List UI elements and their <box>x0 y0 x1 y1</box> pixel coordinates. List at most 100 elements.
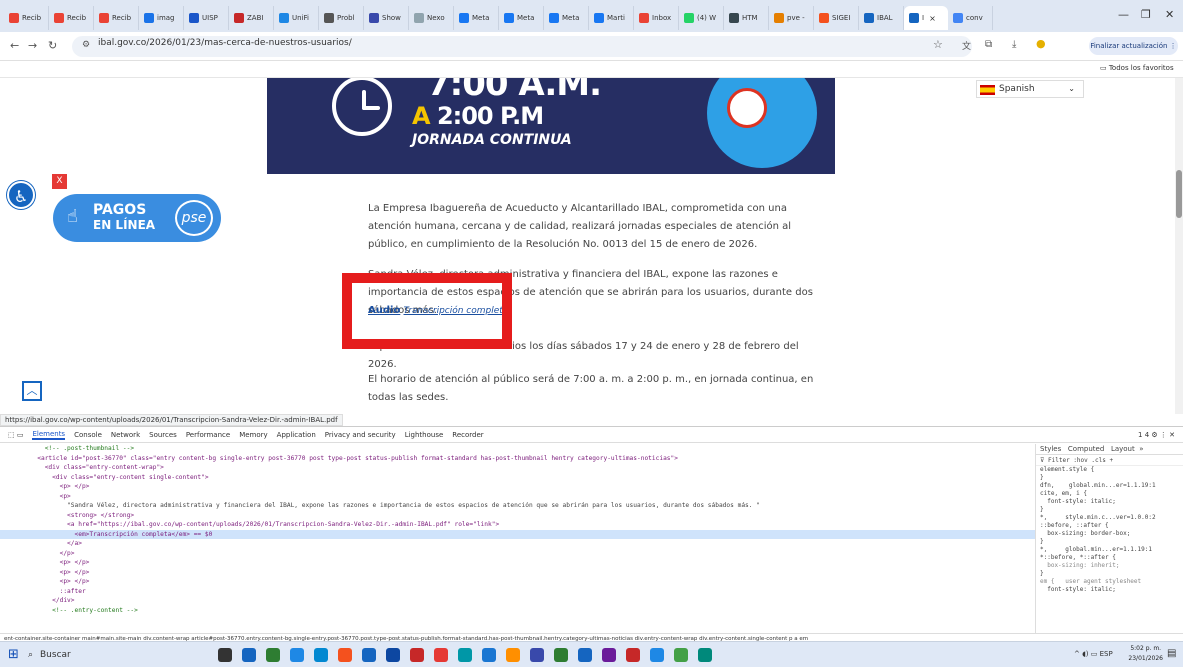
taskbar-app-icon[interactable] <box>698 648 712 662</box>
notifications-icon[interactable]: ▤ <box>1167 648 1176 659</box>
browser-tab[interactable]: I × <box>904 6 948 30</box>
taskbar-app-icon[interactable] <box>482 648 496 662</box>
dom-node[interactable]: </a> <box>0 539 1035 549</box>
language-select[interactable]: Spanish ⌄ <box>976 80 1084 98</box>
scrollbar-thumb[interactable] <box>1176 170 1182 218</box>
taskbar-clock[interactable]: 5:02 p. m. 23/01/2026 <box>1128 644 1163 664</box>
close-window-icon[interactable]: ✕ <box>1165 8 1174 21</box>
bookmark-star-icon[interactable]: ☆ <box>933 38 943 51</box>
taskbar-app-icon[interactable] <box>458 648 472 662</box>
minimize-icon[interactable]: — <box>1118 8 1129 21</box>
devtools-tab[interactable]: Sources <box>149 431 177 439</box>
reload-icon[interactable]: ↻ <box>48 39 57 52</box>
bookmarks-folder[interactable]: ▭ Todos los favoritos <box>1100 64 1174 72</box>
taskbar-app-icon[interactable] <box>626 648 640 662</box>
devtools-tab[interactable]: Network <box>111 431 140 439</box>
filter-input[interactable]: Filter <box>1048 457 1070 464</box>
browser-tab[interactable]: Show <box>364 6 409 30</box>
browser-tab[interactable]: Meta <box>499 6 544 30</box>
devtools-badges[interactable]: 1 4 ⚙ ⋮ ✕ <box>1138 431 1175 439</box>
close-pse-button[interactable]: X <box>52 174 67 189</box>
dom-node[interactable]: </p> <box>0 549 1035 559</box>
browser-tab[interactable]: Recib <box>4 6 49 30</box>
taskbar-app-icon[interactable] <box>578 648 592 662</box>
scroll-top-button[interactable]: ︿ <box>22 381 42 401</box>
url-text[interactable]: ibal.gov.co/2026/01/23/mas-cerca-de-nues… <box>98 38 352 48</box>
taskbar-app-icon[interactable] <box>242 648 256 662</box>
browser-tab[interactable]: (4) W <box>679 6 724 30</box>
accessibility-icon[interactable]: ♿ <box>7 181 35 209</box>
dom-node[interactable]: <!-- .entry-content --> <box>0 606 1035 616</box>
devtools-tab[interactable]: Memory <box>239 431 267 439</box>
dom-node[interactable]: </div> <box>0 596 1035 606</box>
browser-tab[interactable]: Meta <box>544 6 589 30</box>
devtools-tab[interactable]: Privacy and security <box>325 431 396 439</box>
dom-node[interactable]: <p> </p> <box>0 482 1035 492</box>
devtools-tab[interactable]: Application <box>277 431 316 439</box>
browser-tab[interactable]: IBAL <box>859 6 904 30</box>
dom-node[interactable]: <!-- .post-thumbnail --> <box>0 444 1035 454</box>
taskbar-app-icon[interactable] <box>530 648 544 662</box>
browser-tab[interactable]: Marti <box>589 6 634 30</box>
browser-tab[interactable]: Meta <box>454 6 499 30</box>
devtools-tab[interactable]: Console <box>74 431 102 439</box>
browser-tab[interactable]: Probl <box>319 6 364 30</box>
maximize-icon[interactable]: ❐ <box>1141 8 1151 21</box>
translate-icon[interactable]: 文 <box>962 39 971 52</box>
system-tray[interactable]: ^ ◖) ▭ ESP <box>1074 650 1113 658</box>
download-icon[interactable]: ⤓ <box>1012 39 1016 50</box>
browser-tab[interactable]: HTM <box>724 6 769 30</box>
browser-tab[interactable]: Inbox <box>634 6 679 30</box>
inspect-icon[interactable]: ⬚ ▭ <box>8 431 23 439</box>
taskbar-app-icon[interactable] <box>314 648 328 662</box>
taskbar-app-icon[interactable] <box>338 648 352 662</box>
dom-node[interactable]: ::after <box>0 587 1035 597</box>
dom-node[interactable]: <p> </p> <box>0 568 1035 578</box>
dom-node[interactable]: <strong> </strong> <box>0 511 1035 521</box>
taskbar-app-icon[interactable] <box>386 648 400 662</box>
site-info-icon[interactable]: ⚙ <box>82 40 90 50</box>
browser-tab[interactable]: conv <box>948 6 993 30</box>
styles-filter[interactable]: ⊽ Filter :hov .cls + <box>1036 455 1183 466</box>
devtools-tab[interactable]: Recorder <box>452 431 483 439</box>
dom-node[interactable]: <a href="https://ibal.gov.co/wp-content/… <box>0 520 1035 530</box>
taskbar-app-icon[interactable] <box>674 648 688 662</box>
pse-payment-button[interactable]: ☝ PAGOS EN LÍNEA pse <box>53 194 221 242</box>
dom-node[interactable]: <em>Transcripción completa</em> == $0 <box>0 529 1035 539</box>
taskbar-app-icon[interactable] <box>218 648 232 662</box>
extensions-icon[interactable]: ⧉ <box>985 39 992 50</box>
update-button[interactable]: Finalizar actualización ⋮ <box>1089 37 1178 55</box>
taskbar-app-icon[interactable] <box>266 648 280 662</box>
taskbar-app-icon[interactable] <box>434 648 448 662</box>
devtools-tab[interactable]: Performance <box>186 431 230 439</box>
devtools-tab[interactable]: Lighthouse <box>405 431 444 439</box>
dom-node[interactable]: <div class="entry-content single-content… <box>0 473 1035 483</box>
dom-node[interactable]: <article id="post-36770" class="entry co… <box>0 454 1035 464</box>
browser-tab[interactable]: imag <box>139 6 184 30</box>
taskbar-app-icon[interactable] <box>290 648 304 662</box>
dom-tree[interactable]: <!-- .post-thumbnail --> <article id="po… <box>0 444 1035 633</box>
taskbar-app-icon[interactable] <box>362 648 376 662</box>
dom-node[interactable]: "Sandra Vélez, directora administrativa … <box>0 501 1035 511</box>
browser-tab[interactable]: SIGEI <box>814 6 859 30</box>
taskbar-search[interactable]: ⌕ Buscar <box>26 646 196 664</box>
taskbar-app-icon[interactable] <box>650 648 664 662</box>
dom-node[interactable]: <p> </p> <box>0 577 1035 587</box>
browser-tab[interactable]: UISP <box>184 6 229 30</box>
profile-icon[interactable]: ● <box>1036 37 1046 50</box>
browser-tab[interactable]: Recib <box>49 6 94 30</box>
taskbar-app-icon[interactable] <box>602 648 616 662</box>
devtools-tab[interactable]: Elements <box>32 430 66 440</box>
windows-start-icon[interactable]: ⊞ <box>8 647 19 662</box>
browser-tab[interactable]: pve - <box>769 6 814 30</box>
dom-node[interactable]: <div class="entry-content-wrap"> <box>0 463 1035 473</box>
back-icon[interactable]: ← <box>10 39 19 52</box>
browser-tab[interactable]: ZABI <box>229 6 274 30</box>
taskbar-app-icon[interactable] <box>410 648 424 662</box>
taskbar-app-icon[interactable] <box>554 648 568 662</box>
browser-tab[interactable]: UniFi <box>274 6 319 30</box>
browser-tab[interactable]: Nexo <box>409 6 454 30</box>
page-scrollbar[interactable] <box>1175 78 1183 414</box>
close-tab-icon[interactable]: × <box>929 14 936 23</box>
browser-tab[interactable]: Recib <box>94 6 139 30</box>
